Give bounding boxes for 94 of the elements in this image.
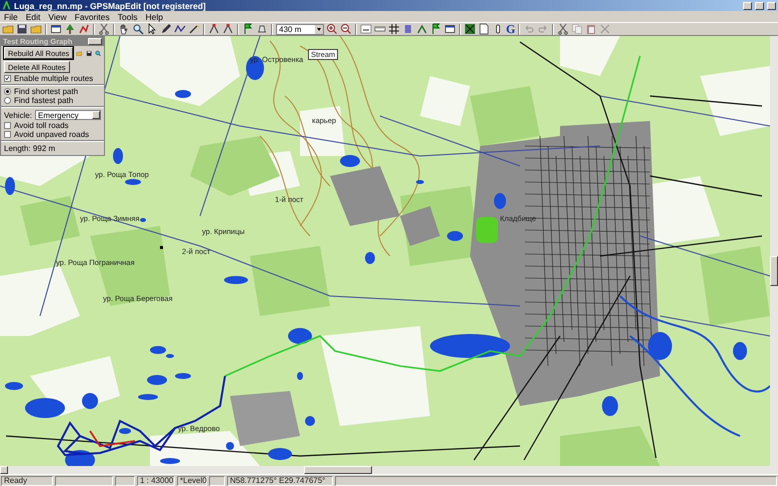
lake	[602, 396, 618, 416]
lake	[140, 218, 146, 222]
checkbox[interactable]	[4, 131, 11, 138]
scissors-icon[interactable]	[557, 23, 570, 35]
lake	[733, 342, 747, 360]
close-button[interactable]	[767, 2, 776, 10]
node-icon[interactable]	[208, 23, 220, 35]
scale-dropdown[interactable]: 430 m	[276, 24, 324, 34]
zoom-out-icon[interactable]	[340, 23, 352, 35]
zoom-in-icon[interactable]	[326, 23, 338, 35]
lake	[416, 180, 424, 184]
radio-button[interactable]	[4, 88, 11, 95]
lake	[648, 332, 672, 360]
lake	[113, 148, 123, 164]
lake	[246, 56, 264, 80]
status-pane	[115, 476, 135, 486]
window-icon[interactable]	[50, 23, 62, 35]
status-message: Ready	[1, 476, 53, 486]
scrollbar-thumb[interactable]	[304, 466, 372, 474]
map-point	[160, 246, 163, 249]
lake	[138, 394, 158, 400]
wand-icon[interactable]	[188, 23, 200, 35]
route-segment	[89, 430, 136, 447]
window-title: Luga_reg_nn.mp - GPSMapEdit [not registered]	[14, 0, 207, 10]
clearing-area	[700, 66, 770, 136]
lake	[226, 442, 234, 450]
lake	[268, 448, 292, 460]
checkbox-label: Enable multiple routes	[14, 74, 94, 83]
grid-icon[interactable]	[388, 23, 400, 35]
menu-item[interactable]: Favorites	[74, 12, 110, 22]
polyline-icon[interactable]	[174, 23, 186, 35]
lake	[365, 252, 375, 264]
lake	[305, 416, 315, 426]
pointer-icon[interactable]	[146, 23, 158, 35]
status-coordinates: N58.771275° E29.747675°	[227, 476, 333, 486]
checkbox[interactable]	[4, 75, 11, 82]
lake	[125, 179, 141, 185]
paste-icon[interactable]	[585, 23, 598, 35]
lake	[160, 458, 180, 464]
window-icon[interactable]	[444, 23, 456, 35]
status-scale: 1 : 43000	[137, 476, 175, 486]
radio-label: Find shortest path	[14, 87, 78, 96]
cemetery-area	[476, 217, 498, 243]
menu-item[interactable]: Help	[145, 12, 163, 22]
clearing-area	[420, 76, 470, 126]
status-pane	[209, 476, 225, 486]
checkbox[interactable]	[4, 122, 11, 129]
tree-icon[interactable]	[64, 23, 76, 35]
route-icon[interactable]	[78, 23, 90, 35]
menu-item[interactable]: File	[4, 12, 18, 22]
lake	[175, 90, 191, 98]
magnifier-icon[interactable]	[132, 23, 144, 35]
lake	[494, 193, 506, 209]
lake	[147, 375, 167, 385]
lake	[25, 398, 65, 418]
restore-button[interactable]	[755, 2, 764, 10]
vehicle-label: Vehicle:	[4, 110, 32, 120]
status-level: *Level0	[177, 476, 207, 486]
checkbox-label: Avoid unpaved roads	[14, 130, 90, 139]
scrollbar-thumb[interactable]	[770, 256, 778, 286]
built-up-area	[230, 391, 300, 446]
forest-area	[470, 86, 540, 146]
hand-icon[interactable]	[118, 23, 130, 35]
vehicle-dropdown[interactable]: Emergency	[35, 110, 101, 120]
close-button[interactable]	[88, 38, 102, 45]
radio-label: Find fastest path	[14, 96, 74, 105]
forest-area	[20, 196, 80, 246]
radio-button[interactable]	[4, 97, 11, 104]
lake	[447, 231, 463, 241]
minimize-button[interactable]	[743, 2, 752, 10]
route-length: Length: 992 m	[3, 143, 56, 155]
status-pane	[55, 476, 113, 486]
lake	[5, 382, 23, 390]
lake	[119, 428, 131, 434]
lake	[224, 276, 248, 284]
checkbox-label: Avoid toll roads	[14, 121, 69, 130]
node-icon[interactable]	[222, 23, 234, 35]
clearing-area	[560, 36, 620, 76]
lake	[65, 450, 95, 466]
g-button[interactable]: G	[506, 23, 516, 35]
lake	[297, 372, 303, 380]
menu-item[interactable]: View	[48, 12, 67, 22]
flag-icon[interactable]	[242, 23, 254, 35]
lake	[175, 373, 191, 379]
scissors-icon[interactable]	[98, 23, 110, 35]
lake	[340, 155, 360, 167]
lake	[288, 328, 312, 344]
lake	[82, 393, 98, 409]
menu-item[interactable]: Edit	[26, 12, 40, 22]
app-icon	[2, 1, 11, 10]
scroll-left-button[interactable]	[0, 466, 8, 474]
menu-item[interactable]: Tools	[118, 12, 138, 22]
flag-icon[interactable]	[430, 23, 442, 35]
lake	[5, 177, 15, 195]
